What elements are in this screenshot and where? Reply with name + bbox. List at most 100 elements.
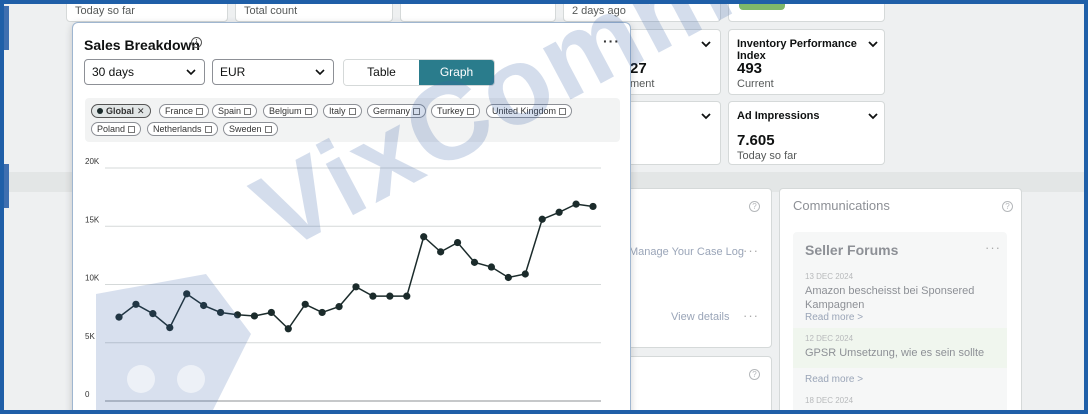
read-more-link[interactable]: Read more > [805, 374, 863, 385]
y-tick-label: 10K [85, 274, 100, 283]
communications-title: Communications [793, 198, 890, 213]
y-tick-label: 0 [85, 390, 90, 399]
more-options-icon[interactable]: ··· [603, 33, 620, 49]
forum-post-text[interactable]: GPSR Umsetzung, wie es sein sollte [805, 346, 995, 360]
y-tick-label: 5K [85, 332, 95, 341]
help-icon[interactable]: ? [749, 369, 760, 380]
seller-forums-title: Seller Forums [805, 242, 899, 258]
chevron-down-icon[interactable] [867, 110, 879, 122]
manage-case-log-link[interactable]: Manage Your Case Log [629, 246, 744, 258]
data-point [183, 290, 191, 298]
filter-chip-label: Turkey [437, 106, 465, 116]
currency-select-value: EUR [220, 65, 246, 79]
data-point [166, 324, 174, 332]
currency-select[interactable]: EUR [212, 59, 334, 85]
ad-impressions-sub: Today so far [737, 150, 797, 162]
ad-impressions-value: 7.605 [737, 132, 775, 149]
help-icon[interactable]: ? [749, 201, 760, 212]
chevron-down-icon [315, 69, 325, 76]
filter-chip-france[interactable]: France [159, 104, 210, 118]
dashboard-frame: Today so far Total count 2 days ago 27 m… [0, 0, 1088, 414]
filter-chip-label: Italy [329, 106, 346, 116]
filter-chip-belgium[interactable]: Belgium [263, 104, 318, 118]
series-line [118, 203, 594, 330]
ad-impressions-card[interactable]: Ad Impressions 7.605 Today so far [728, 101, 885, 165]
more-options-icon[interactable]: ··· [743, 243, 759, 258]
view-toggle: Table Graph [343, 59, 495, 86]
data-point [352, 283, 360, 291]
filter-chip-italy[interactable]: Italy [323, 104, 362, 118]
y-tick-label: 20K [85, 157, 100, 166]
filter-chip-label: Poland [97, 124, 126, 134]
filter-chip-sweden[interactable]: Sweden [223, 122, 278, 136]
help-icon[interactable]: ? [1002, 201, 1013, 212]
data-point [216, 308, 225, 317]
table-view-button[interactable]: Table [344, 60, 419, 85]
data-point [318, 308, 326, 317]
ad-impressions-title: Ad Impressions [737, 110, 820, 122]
sales-breakdown-panel: Sales Breakdown i ··· 30 days EUR Table … [72, 22, 631, 414]
data-point [589, 202, 597, 211]
view-details-link[interactable]: View details [671, 311, 730, 323]
chevron-down-icon[interactable] [867, 38, 879, 50]
data-point [200, 301, 208, 310]
checkbox-icon [304, 108, 312, 115]
top-card-4-sub: 2 days ago [572, 5, 626, 17]
data-point [132, 300, 140, 308]
checkbox-icon [128, 126, 136, 133]
filter-chip-turkey[interactable]: Turkey [431, 104, 481, 118]
filter-chip-poland[interactable]: Poland [91, 122, 142, 136]
period-select[interactable]: 30 days [84, 59, 205, 85]
read-more-link[interactable]: Read more > [805, 312, 863, 323]
forum-post-date: 18 DEC 2024 [805, 396, 854, 405]
chevron-down-icon[interactable] [700, 110, 712, 122]
more-options-icon[interactable]: ··· [743, 308, 759, 323]
filter-chip-label: France [165, 106, 194, 116]
filter-chip-label: Sweden [229, 124, 262, 134]
x-tick-label: 30 Nov [276, 410, 301, 414]
data-point [470, 258, 479, 266]
data-point [420, 233, 428, 241]
filter-chip-germany[interactable]: Germany [367, 104, 427, 118]
checkbox-icon [413, 108, 421, 115]
forum-post-date: 13 DEC 2024 [805, 272, 854, 281]
more-options-icon[interactable]: ··· [985, 240, 1001, 255]
filter-chip-united-kingdom[interactable]: United Kingdom [486, 104, 573, 118]
top-card-3[interactable] [400, 4, 556, 22]
data-point [521, 270, 529, 278]
data-point [335, 303, 343, 311]
graph-view-button[interactable]: Graph [419, 60, 494, 85]
data-point [233, 311, 242, 319]
close-icon[interactable]: ✕ [137, 106, 145, 116]
inventory-performance-card[interactable]: Inventory Performance Index 493 Current [728, 29, 885, 95]
filter-chip-label: Belgium [269, 106, 302, 116]
data-point [115, 313, 123, 321]
data-point [403, 292, 411, 300]
filter-chip-netherlands[interactable]: Netherlands [147, 122, 218, 136]
info-icon[interactable]: i [191, 37, 202, 48]
filter-chip-label: United Kingdom [492, 106, 557, 116]
inventory-sub: Current [737, 78, 774, 90]
x-tick-label: 25 Nov [191, 410, 216, 414]
data-point [555, 208, 563, 216]
filter-chip-spain[interactable]: Spain [212, 104, 258, 118]
checkbox-icon [196, 108, 204, 115]
filter-chip-global[interactable]: Global ✕ [91, 104, 151, 118]
metric-a-value: 27 [630, 60, 647, 77]
checkbox-icon [244, 108, 252, 115]
top-card-1[interactable]: Today so far [66, 4, 228, 22]
top-card-2[interactable]: Total count [235, 4, 393, 22]
top-card-4[interactable]: 2 days ago [563, 4, 721, 22]
data-point [386, 292, 394, 300]
filter-chip-label: Germany [373, 106, 411, 116]
x-tick-label: 15 Dec [530, 410, 555, 414]
checkbox-icon [204, 126, 212, 133]
y-tick-label: 15K [85, 215, 100, 224]
top-card-1-sub: Today so far [75, 5, 135, 17]
forum-post-text[interactable]: Amazon bescheisst bei Sponsered Kampagne… [805, 284, 995, 312]
top-card-2-sub: Total count [244, 5, 298, 17]
checkbox-icon [559, 108, 567, 115]
inventory-title: Inventory Performance Index [737, 38, 857, 62]
chevron-down-icon[interactable] [700, 38, 712, 50]
checkbox-icon [264, 126, 272, 133]
